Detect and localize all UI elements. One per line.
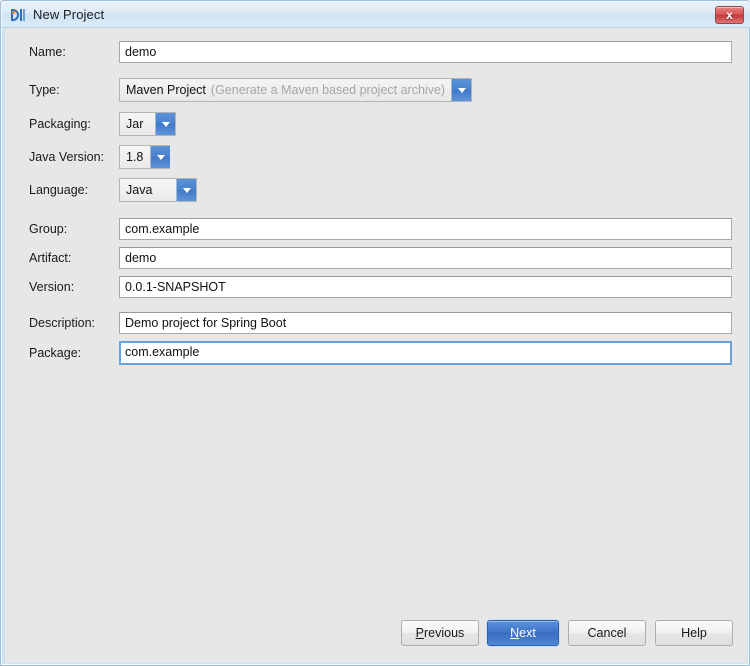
title-bar[interactable]: New Project x xyxy=(2,2,750,28)
name-input[interactable]: demo xyxy=(119,41,732,63)
java-version-combobox[interactable]: 1.8 xyxy=(119,145,171,169)
window-title: New Project xyxy=(33,7,105,22)
java-version-value: 1.8 xyxy=(126,150,144,164)
type-combobox[interactable]: Maven Project (Generate a Maven based pr… xyxy=(119,78,473,102)
group-input[interactable]: com.example xyxy=(119,218,732,240)
close-button[interactable]: x xyxy=(715,6,744,24)
type-value: Maven Project xyxy=(126,83,206,97)
idea-module-icon xyxy=(10,7,26,23)
dialog-button-bar: Previous Next Cancel Help xyxy=(5,620,747,656)
close-icon: x xyxy=(726,8,733,22)
field-row-name: Name: demo xyxy=(5,41,747,63)
chevron-down-icon[interactable] xyxy=(150,146,171,168)
field-row-java-version: Java Version: 1.8 xyxy=(5,145,747,169)
dialog-content: Name: demo Type: Maven Project (Generate… xyxy=(5,28,747,663)
field-row-description: Description: Demo project for Spring Boo… xyxy=(5,312,747,334)
next-button-label: Next xyxy=(510,626,536,640)
cancel-button[interactable]: Cancel xyxy=(568,620,646,646)
field-row-group: Group: com.example xyxy=(5,218,747,240)
label-java-version: Java Version: xyxy=(29,150,105,164)
type-hint: (Generate a Maven based project archive) xyxy=(210,83,446,97)
field-row-package: Package: com.example xyxy=(5,341,747,365)
label-artifact: Artifact: xyxy=(29,251,72,265)
field-row-version: Version: 0.0.1-SNAPSHOT xyxy=(5,276,747,298)
previous-button-label: Previous xyxy=(415,626,465,640)
chevron-down-icon[interactable] xyxy=(155,113,175,135)
field-row-type: Type: Maven Project (Generate a Maven ba… xyxy=(5,78,747,102)
artifact-input[interactable]: demo xyxy=(119,247,732,269)
next-button[interactable]: Next xyxy=(487,620,559,646)
chevron-down-icon[interactable] xyxy=(176,179,196,201)
field-row-language: Language: Java xyxy=(5,178,747,202)
field-row-packaging: Packaging: Jar xyxy=(5,112,747,136)
help-button[interactable]: Help xyxy=(655,620,733,646)
previous-button[interactable]: Previous xyxy=(401,620,479,646)
package-input[interactable]: com.example xyxy=(119,341,732,365)
label-packaging: Packaging: xyxy=(29,117,91,131)
new-project-dialog: New Project x Name: demo Type: Maven Pro… xyxy=(0,0,750,666)
language-combobox[interactable]: Java xyxy=(119,178,197,202)
packaging-combobox[interactable]: Jar xyxy=(119,112,176,136)
field-row-artifact: Artifact: demo xyxy=(5,247,747,269)
label-version: Version: xyxy=(29,280,75,294)
label-name: Name: xyxy=(29,45,66,59)
label-language: Language: xyxy=(29,183,89,197)
version-input[interactable]: 0.0.1-SNAPSHOT xyxy=(119,276,732,298)
label-type: Type: xyxy=(29,83,60,97)
label-package: Package: xyxy=(29,346,82,360)
description-input[interactable]: Demo project for Spring Boot xyxy=(119,312,732,334)
label-description: Description: xyxy=(29,316,95,330)
language-value: Java xyxy=(126,183,153,197)
chevron-down-icon[interactable] xyxy=(451,79,472,101)
packaging-value: Jar xyxy=(126,117,144,131)
label-group: Group: xyxy=(29,222,68,236)
